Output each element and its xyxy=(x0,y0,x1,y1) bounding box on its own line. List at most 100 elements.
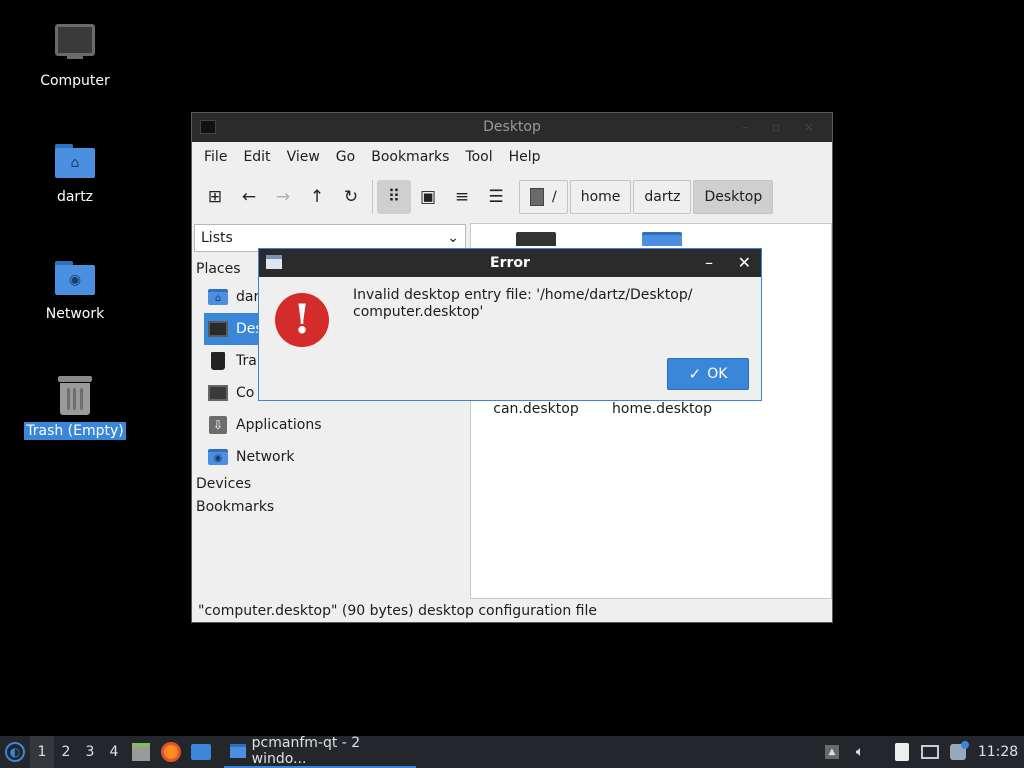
network-icon xyxy=(921,745,939,759)
quicklaunch-firefox[interactable] xyxy=(156,736,186,768)
breadcrumb: / home dartz Desktop xyxy=(519,180,775,214)
folder-icon xyxy=(642,232,682,246)
task-label: pcmanfm-qt - 2 windo... xyxy=(251,735,361,767)
clock[interactable]: 11:28 xyxy=(972,744,1024,760)
thumbnail-view-button[interactable]: ▣ xyxy=(411,180,445,214)
icon-view-button[interactable]: ⠿ xyxy=(377,180,411,214)
place-item-network[interactable]: ◉ Network xyxy=(192,441,468,473)
grid-icon: ⠿ xyxy=(387,187,401,207)
status-text: "computer.desktop" (90 bytes) desktop co… xyxy=(198,603,597,619)
toolbar: ⊞ ← → ↑ ↻ ⠿ ▣ ≡ ☰ / home dartz Desktop xyxy=(192,172,832,222)
file-manager-icon xyxy=(132,743,150,761)
home-folder-icon: ⌂ xyxy=(53,138,97,182)
taskbar-task-pcmanfm[interactable]: pcmanfm-qt - 2 windo... xyxy=(224,735,416,768)
workspace-2[interactable]: 2 xyxy=(54,744,78,760)
devices-heading[interactable]: Devices xyxy=(192,473,468,496)
back-button[interactable]: ← xyxy=(232,180,266,214)
file-name: home.desktop xyxy=(612,401,712,417)
menu-edit[interactable]: Edit xyxy=(235,149,278,165)
close-button[interactable]: ✕ xyxy=(738,249,751,277)
error-dialog: Error – ✕ ! Invalid desktop entry file: … xyxy=(258,248,762,401)
list-icon: ≡ xyxy=(454,187,470,207)
breadcrumb-home[interactable]: home xyxy=(569,180,632,214)
file-item-can-desktop[interactable]: can.desktop xyxy=(471,401,601,417)
network-folder-icon: ◉ xyxy=(53,255,97,299)
clipboard-button[interactable] xyxy=(888,736,916,768)
toolbar-separator xyxy=(372,180,373,214)
workspace-4[interactable]: 4 xyxy=(102,744,126,760)
menu-help[interactable]: Help xyxy=(501,149,549,165)
lxqt-logo-icon: ◐ xyxy=(5,742,25,762)
place-label: Co xyxy=(236,385,255,401)
window-titlebar[interactable]: Desktop – ▫ × xyxy=(192,113,832,142)
breadcrumb-root[interactable]: / xyxy=(519,180,568,214)
taskbar: ◐ 1 2 3 4 pcmanfm-qt - 2 windo... ▲ 🔈︎ 1… xyxy=(0,735,1024,768)
desktop-icon-label: Trash (Empty) xyxy=(24,422,126,440)
image-icon: ▣ xyxy=(419,187,437,207)
compact-view-button[interactable]: ≡ xyxy=(445,180,479,214)
reload-icon: ↻ xyxy=(343,187,359,207)
menu-file[interactable]: File xyxy=(196,149,235,165)
window-icon xyxy=(266,255,282,269)
clipboard-icon xyxy=(895,743,909,761)
forward-button[interactable]: → xyxy=(266,180,300,214)
menu-tool[interactable]: Tool xyxy=(457,149,500,165)
desktop-icon-trash[interactable]: Trash (Empty) xyxy=(20,372,130,440)
network-button[interactable] xyxy=(916,736,944,768)
trash-icon xyxy=(208,351,228,371)
file-name: can.desktop xyxy=(493,401,579,417)
folder-icon xyxy=(230,744,246,758)
new-tab-icon: ⊞ xyxy=(207,187,223,207)
workspace-3[interactable]: 3 xyxy=(78,744,102,760)
start-menu-button[interactable]: ◐ xyxy=(0,736,30,768)
firefox-icon xyxy=(161,742,181,762)
dialog-message: Invalid desktop entry file: '/home/dartz… xyxy=(353,287,693,320)
quicklaunch-file-manager[interactable] xyxy=(126,736,156,768)
window-title: Desktop xyxy=(483,119,541,135)
speaker-icon: 🔈︎ xyxy=(855,744,865,760)
reload-button[interactable]: ↻ xyxy=(334,180,368,214)
file-thumbnail xyxy=(516,232,556,246)
file-item-home-desktop[interactable]: home.desktop xyxy=(597,401,727,417)
desktop-icon-label: dartz xyxy=(56,189,94,205)
applications-icon: ⇩ xyxy=(208,415,228,435)
menu-bookmarks[interactable]: Bookmarks xyxy=(363,149,457,165)
bookmarks-heading[interactable]: Bookmarks xyxy=(192,496,468,519)
minimize-button[interactable]: – xyxy=(705,249,713,277)
tray-expand-button[interactable]: ▲ xyxy=(818,736,846,768)
chevron-up-icon: ▲ xyxy=(825,745,839,759)
window-controls[interactable]: – ▫ × xyxy=(742,113,824,142)
file-item[interactable] xyxy=(471,232,601,246)
new-tab-button[interactable]: ⊞ xyxy=(198,180,232,214)
ok-button[interactable]: ✓ OK xyxy=(667,358,749,390)
file-item[interactable] xyxy=(597,232,727,246)
system-tray: ▲ 🔈︎ 11:28 xyxy=(818,736,1024,768)
breadcrumb-label: dartz xyxy=(644,189,681,205)
volume-button[interactable]: 🔈︎ xyxy=(846,736,874,768)
detailed-view-button[interactable]: ☰ xyxy=(479,180,513,214)
breadcrumb-desktop[interactable]: Desktop xyxy=(693,180,774,214)
desktop-icon xyxy=(208,319,228,339)
chevron-down-icon: ⌄ xyxy=(447,230,459,246)
place-label: Applications xyxy=(236,417,322,433)
menu-go[interactable]: Go xyxy=(328,149,363,165)
home-folder-icon: ⌂ xyxy=(208,287,228,307)
desktop-icon-computer[interactable]: Computer xyxy=(20,22,130,90)
trash-icon xyxy=(53,372,97,416)
desktop-icon-dartz[interactable]: ⌂ dartz xyxy=(20,138,130,206)
drive-icon xyxy=(530,188,544,206)
breadcrumb-label: Desktop xyxy=(704,189,763,205)
place-item-applications[interactable]: ⇩ Applications xyxy=(192,409,468,441)
desktop-icon-network[interactable]: ◉ Network xyxy=(20,255,130,323)
status-bar: "computer.desktop" (90 bytes) desktop co… xyxy=(192,600,832,622)
network-folder-icon: ◉ xyxy=(208,447,228,467)
updates-button[interactable] xyxy=(944,736,972,768)
quicklaunch-show-desktop[interactable] xyxy=(186,736,216,768)
up-button[interactable]: ↑ xyxy=(300,180,334,214)
show-desktop-icon xyxy=(191,744,211,760)
arrow-right-icon: → xyxy=(275,187,291,207)
workspace-1[interactable]: 1 xyxy=(30,736,54,768)
breadcrumb-dartz[interactable]: dartz xyxy=(633,180,692,214)
dialog-titlebar[interactable]: Error – ✕ xyxy=(259,249,761,277)
menu-view[interactable]: View xyxy=(279,149,328,165)
